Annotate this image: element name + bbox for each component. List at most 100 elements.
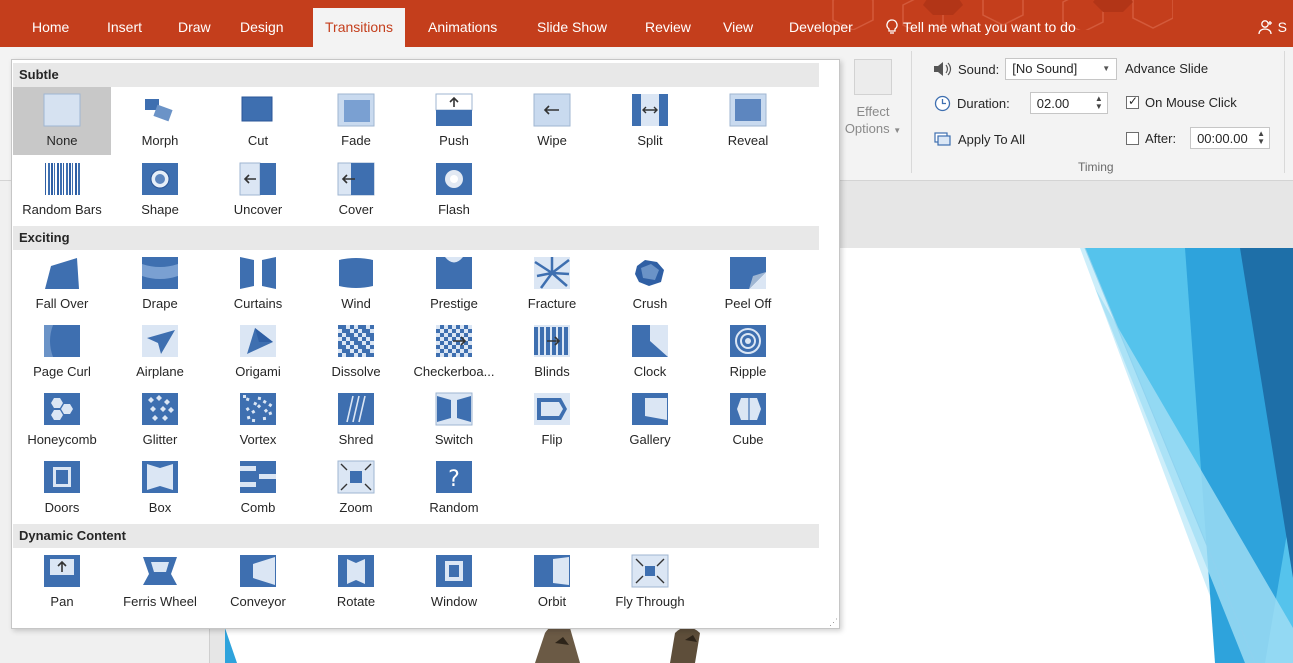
transition-morph[interactable]: Morph — [111, 87, 209, 155]
tab-home[interactable]: Home — [20, 10, 81, 47]
on-mouse-click-checkbox[interactable] — [1126, 94, 1139, 109]
transition-doors[interactable]: Doors — [13, 454, 111, 522]
transition-label: Origami — [235, 364, 281, 379]
clock-transition-icon — [632, 325, 668, 357]
sound-label: Sound: — [958, 61, 1000, 77]
sound-dropdown[interactable]: [No Sound] ▼ — [1005, 58, 1118, 80]
transition-random[interactable]: ? Random — [405, 454, 503, 522]
after-spinner[interactable]: 00:00.00 ▲ ▼ — [1190, 127, 1271, 149]
fade-transition-icon — [337, 93, 375, 127]
transition-label: Switch — [434, 432, 474, 447]
transition-label: Cut — [247, 133, 269, 148]
transition-rotate[interactable]: Rotate — [307, 548, 405, 616]
transition-flip[interactable]: Flip — [503, 386, 601, 454]
transition-label: Fracture — [527, 296, 577, 311]
group-separator — [911, 51, 912, 173]
transition-ripple[interactable]: Ripple — [699, 318, 797, 386]
transition-pan[interactable]: Pan — [13, 548, 111, 616]
transition-label: Flip — [541, 432, 563, 447]
transition-wipe[interactable]: Wipe — [503, 87, 601, 155]
transition-fly-through[interactable]: Fly Through — [601, 548, 699, 616]
transition-random-bars[interactable]: Random Bars — [13, 156, 111, 224]
morph-transition-icon — [145, 99, 173, 122]
transition-cut[interactable]: Cut — [209, 87, 307, 155]
tab-animations[interactable]: Animations — [416, 10, 509, 47]
transition-wind[interactable]: Wind — [307, 250, 405, 318]
tab-transitions[interactable]: Transitions — [313, 8, 405, 47]
transition-zoom[interactable]: Zoom — [307, 454, 405, 522]
transition-comb[interactable]: Comb — [209, 454, 307, 522]
share-button[interactable]: S — [1258, 10, 1287, 47]
conveyor-transition-icon — [240, 555, 276, 587]
transition-label: Crush — [632, 296, 668, 311]
transition-blinds[interactable]: Blinds — [503, 318, 601, 386]
transition-push[interactable]: Push — [405, 87, 503, 155]
transition-curtains[interactable]: Curtains — [209, 250, 307, 318]
transition-orbit[interactable]: Orbit — [503, 548, 601, 616]
after-row: After: 00:00.00 ▲ ▼ — [1126, 127, 1271, 149]
transition-fade[interactable]: Fade — [307, 87, 405, 155]
transition-peel-off[interactable]: Peel Off — [699, 250, 797, 318]
tab-developer[interactable]: Developer — [777, 10, 865, 47]
transition-uncover[interactable]: Uncover — [209, 156, 307, 224]
transition-dissolve[interactable]: Dissolve — [307, 318, 405, 386]
random-bars-transition-icon — [45, 163, 80, 195]
transition-label: Fade — [341, 133, 371, 148]
tab-insert[interactable]: Insert — [95, 10, 154, 47]
transition-crush[interactable]: Crush — [601, 250, 699, 318]
resize-grip-icon[interactable]: ⋰ — [829, 618, 838, 627]
tab-draw[interactable]: Draw — [166, 10, 223, 47]
transition-vortex[interactable]: Vortex — [209, 386, 307, 454]
transition-label: Gallery — [629, 432, 671, 447]
transition-fall-over[interactable]: Fall Over — [13, 250, 111, 318]
shred-transition-icon — [338, 393, 374, 425]
transition-drape[interactable]: Drape — [111, 250, 209, 318]
duration-row: Duration: 02.00 ▲ ▼ — [934, 92, 1108, 114]
transition-glitter[interactable]: Glitter — [111, 386, 209, 454]
duration-spinner[interactable]: 02.00 ▲ ▼ — [1029, 92, 1108, 114]
group-separator — [1284, 51, 1285, 173]
tab-slide-show[interactable]: Slide Show — [525, 10, 619, 47]
tab-design[interactable]: Design — [228, 10, 296, 47]
transition-flash[interactable]: Flash — [405, 156, 503, 224]
transition-reveal[interactable]: Reveal — [699, 87, 797, 155]
apply-to-all-button[interactable]: Apply To All — [934, 131, 1025, 147]
transition-prestige[interactable]: Prestige — [405, 250, 503, 318]
transition-cube[interactable]: Cube — [699, 386, 797, 454]
transition-label: Clock — [633, 364, 667, 379]
advance-slide-title: Advance Slide — [1125, 61, 1208, 76]
transition-label: Wind — [341, 296, 371, 311]
spinner-arrows-icon: ▲ ▼ — [1257, 129, 1266, 146]
transition-origami[interactable]: Origami — [209, 318, 307, 386]
tab-review[interactable]: Review — [633, 10, 703, 47]
transition-clock[interactable]: Clock — [601, 318, 699, 386]
after-checkbox[interactable] — [1126, 131, 1139, 145]
transition-page-curl[interactable]: Page Curl — [13, 318, 111, 386]
transition-window[interactable]: Window — [405, 548, 503, 616]
transition-airplane[interactable]: Airplane — [111, 318, 209, 386]
transition-box[interactable]: Box — [111, 454, 209, 522]
duration-label: Duration: — [957, 95, 1010, 111]
effect-options-button[interactable]: Effect Options ▼ — [840, 59, 906, 139]
transition-shape[interactable]: Shape — [111, 156, 209, 224]
comb-transition-icon — [240, 461, 276, 493]
transition-checkerboa[interactable]: Checkerboa... — [405, 318, 503, 386]
duration-value: 02.00 — [1036, 95, 1070, 111]
tell-me-search[interactable]: Tell me what you want to do — [885, 10, 1076, 47]
transition-split[interactable]: Split — [601, 87, 699, 155]
tab-view[interactable]: View — [711, 10, 765, 47]
vortex-transition-icon — [240, 393, 276, 425]
transition-cover[interactable]: Cover — [307, 156, 405, 224]
transition-gallery[interactable]: Gallery — [601, 386, 699, 454]
transition-label: Dissolve — [331, 364, 381, 379]
transition-switch[interactable]: Switch — [405, 386, 503, 454]
transition-honeycomb[interactable]: Honeycomb — [13, 386, 111, 454]
transition-ferris-wheel[interactable]: Ferris Wheel — [111, 548, 209, 616]
transition-label: Shape — [141, 202, 179, 217]
transition-shred[interactable]: Shred — [307, 386, 405, 454]
transition-label: Wipe — [537, 133, 567, 148]
transition-fracture[interactable]: Fracture — [503, 250, 601, 318]
transition-label: Push — [439, 133, 469, 148]
transition-conveyor[interactable]: Conveyor — [209, 548, 307, 616]
transition-none[interactable]: None — [13, 87, 111, 155]
